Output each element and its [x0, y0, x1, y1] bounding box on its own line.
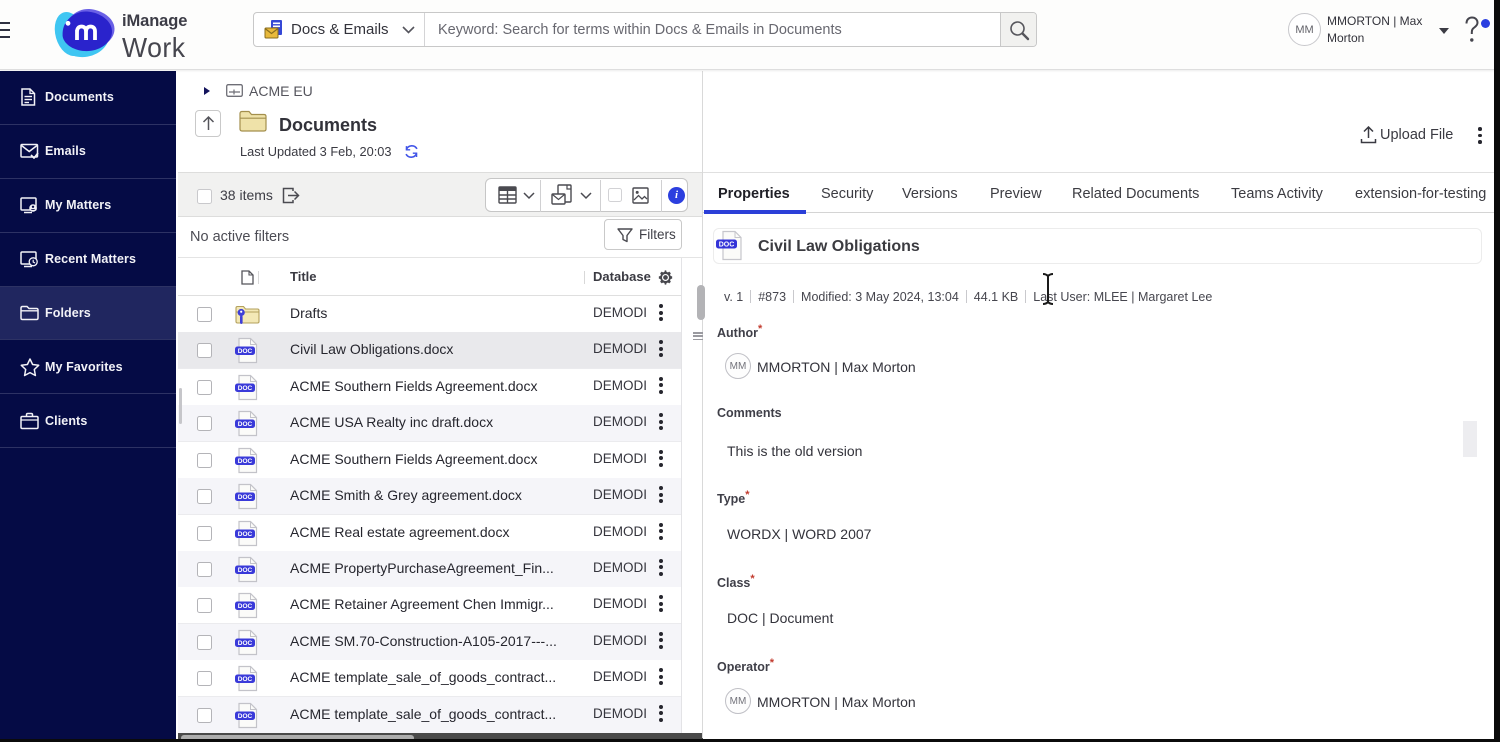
svg-text:DOC: DOC: [238, 676, 253, 683]
svg-text:DOC: DOC: [238, 567, 253, 574]
svg-text:DOC: DOC: [238, 603, 253, 610]
svg-text:DOC: DOC: [238, 348, 253, 355]
svg-text:DOC: DOC: [238, 531, 253, 538]
svg-text:DOC: DOC: [238, 458, 253, 465]
svg-text:DOC: DOC: [238, 421, 253, 428]
svg-text:DOC: DOC: [238, 713, 253, 720]
svg-text:DOC: DOC: [719, 242, 735, 249]
svg-text:DOC: DOC: [238, 385, 253, 392]
svg-text:DOC: DOC: [238, 640, 253, 647]
svg-text:DOC: DOC: [238, 494, 253, 501]
